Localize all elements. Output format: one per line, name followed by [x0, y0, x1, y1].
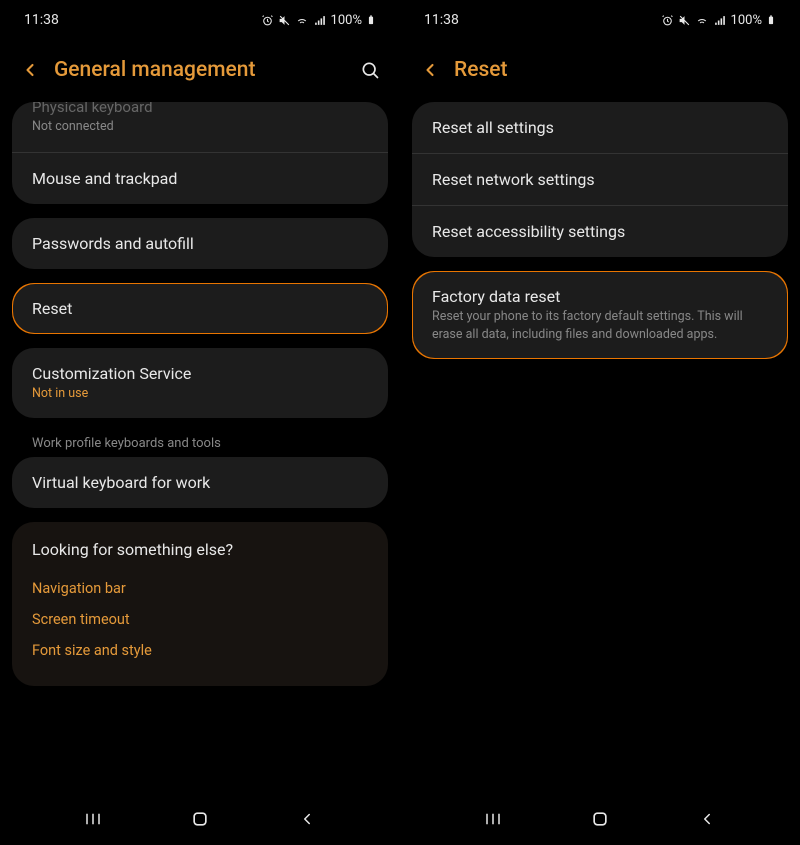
- item-title: Factory data reset: [432, 287, 768, 306]
- item-reset-all-settings[interactable]: Reset all settings: [412, 102, 788, 153]
- item-reset-accessibility-settings[interactable]: Reset accessibility settings: [412, 205, 788, 257]
- card-reset: Reset: [12, 283, 388, 334]
- section-work: Work profile keyboards and tools Virtual…: [12, 432, 388, 508]
- item-sub: Not in use: [32, 385, 368, 403]
- status-battery: 100%: [731, 13, 762, 28]
- section-label: Work profile keyboards and tools: [12, 432, 388, 451]
- nav-bar: [0, 793, 400, 845]
- card-factory-reset: Factory data reset Reset your phone to i…: [412, 271, 788, 359]
- card-reset-options: Reset all settings Reset network setting…: [412, 102, 788, 257]
- alarm-icon: [261, 14, 274, 27]
- item-sub: Not connected: [32, 118, 368, 136]
- status-bar: 11:38 100%: [400, 0, 800, 40]
- page-title: Reset: [454, 58, 780, 82]
- link-screen-timeout[interactable]: Screen timeout: [32, 604, 368, 635]
- item-physical-keyboard[interactable]: Physical keyboard Not connected: [12, 102, 388, 152]
- header: General management: [0, 40, 400, 102]
- status-battery: 100%: [331, 13, 362, 28]
- mute-icon: [678, 14, 691, 27]
- card-work-keyboard: Virtual keyboard for work: [12, 457, 388, 508]
- wifi-icon: [695, 14, 709, 27]
- nav-bar: [400, 793, 800, 845]
- battery-icon: [766, 13, 776, 27]
- status-time: 11:38: [24, 12, 59, 28]
- item-title: Physical keyboard: [32, 102, 368, 116]
- status-right: 100%: [261, 13, 376, 28]
- phone-right: 11:38 100% Reset Reset all settings Rese…: [400, 0, 800, 845]
- nav-back[interactable]: [687, 810, 727, 828]
- item-sub: Reset your phone to its factory default …: [432, 308, 768, 343]
- item-virtual-keyboard-work[interactable]: Virtual keyboard for work: [12, 457, 388, 508]
- item-title: Passwords and autofill: [32, 234, 368, 253]
- card-suggestions: Looking for something else? Navigation b…: [12, 522, 388, 686]
- wifi-icon: [295, 14, 309, 27]
- item-title: Reset: [32, 299, 368, 318]
- battery-icon: [366, 13, 376, 27]
- alarm-icon: [661, 14, 674, 27]
- status-bar: 11:38 100%: [0, 0, 400, 40]
- status-time: 11:38: [424, 12, 459, 28]
- item-title: Virtual keyboard for work: [32, 473, 368, 492]
- link-navigation-bar[interactable]: Navigation bar: [32, 573, 368, 604]
- item-reset-network-settings[interactable]: Reset network settings: [412, 153, 788, 205]
- card-keyboard: Physical keyboard Not connected Mouse an…: [12, 102, 388, 204]
- item-title: Reset network settings: [432, 170, 768, 189]
- content: Physical keyboard Not connected Mouse an…: [0, 102, 400, 793]
- item-title: Reset accessibility settings: [432, 222, 768, 241]
- nav-recents[interactable]: [73, 810, 113, 828]
- item-title: Reset all settings: [432, 118, 768, 137]
- item-customization-service[interactable]: Customization Service Not in use: [12, 348, 388, 419]
- back-button[interactable]: [420, 60, 440, 80]
- header: Reset: [400, 40, 800, 102]
- search-button[interactable]: [360, 60, 380, 80]
- link-font-size-style[interactable]: Font size and style: [32, 635, 368, 666]
- item-passwords-autofill[interactable]: Passwords and autofill: [12, 218, 388, 269]
- nav-recents[interactable]: [473, 810, 513, 828]
- page-title: General management: [54, 58, 346, 82]
- back-button[interactable]: [20, 60, 40, 80]
- nav-home[interactable]: [580, 809, 620, 829]
- nav-home[interactable]: [180, 809, 220, 829]
- nav-back[interactable]: [287, 810, 327, 828]
- phone-left: 11:38 100% General management Physical k…: [0, 0, 400, 845]
- item-title: Mouse and trackpad: [32, 169, 368, 188]
- content: Reset all settings Reset network setting…: [400, 102, 800, 793]
- card-passwords: Passwords and autofill: [12, 218, 388, 269]
- card-customization: Customization Service Not in use: [12, 348, 388, 419]
- signal-icon: [313, 14, 327, 27]
- suggestions-title: Looking for something else?: [32, 540, 368, 559]
- item-mouse-trackpad[interactable]: Mouse and trackpad: [12, 152, 388, 204]
- status-right: 100%: [661, 13, 776, 28]
- item-factory-data-reset[interactable]: Factory data reset Reset your phone to i…: [412, 271, 788, 359]
- item-reset[interactable]: Reset: [12, 283, 388, 334]
- signal-icon: [713, 14, 727, 27]
- item-title: Customization Service: [32, 364, 368, 383]
- mute-icon: [278, 14, 291, 27]
